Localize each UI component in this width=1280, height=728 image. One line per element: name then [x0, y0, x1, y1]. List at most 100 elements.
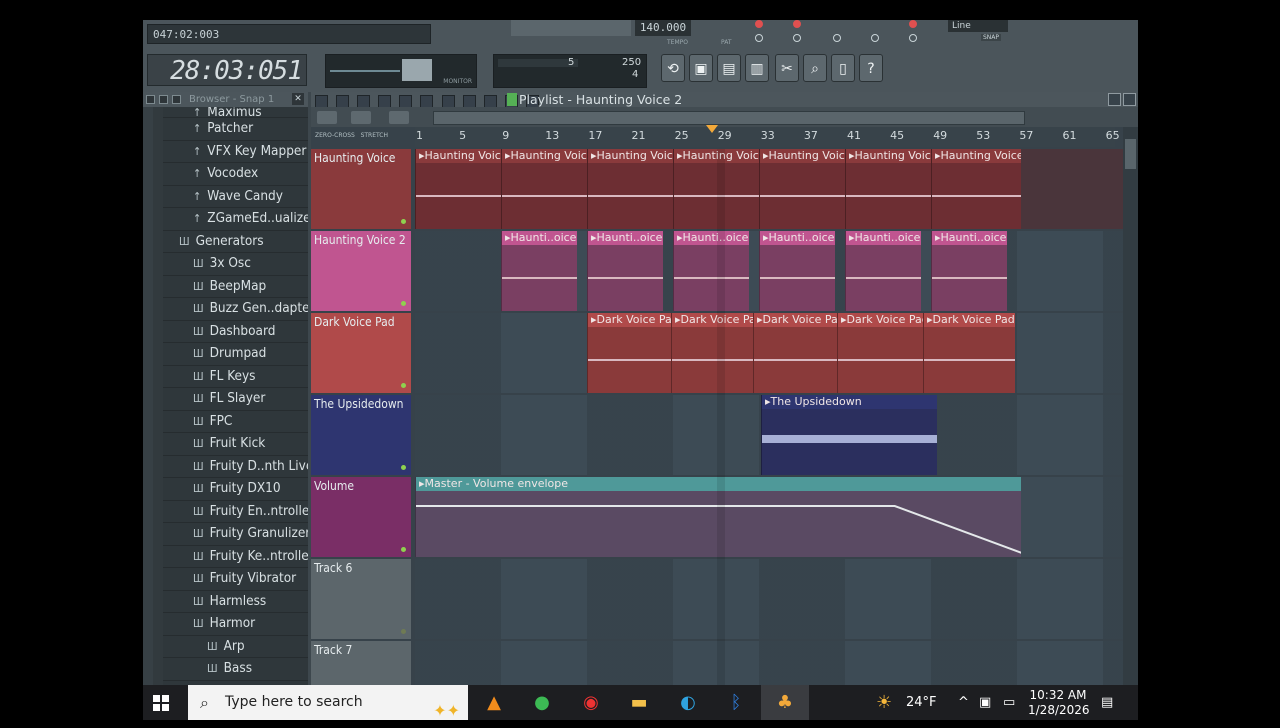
playlist-clip[interactable]: ▸Dark Voice Pad — [671, 313, 753, 393]
track-enable-led[interactable] — [401, 301, 406, 306]
option-dot-icon[interactable] — [909, 34, 917, 42]
scroll-thumb[interactable] — [1125, 139, 1136, 169]
browser-item[interactable]: ↑ Vocodex — [163, 163, 308, 186]
playlist-clip[interactable]: ▸Haunting Voice — [587, 149, 673, 229]
fl-studio-icon[interactable]: ♣ — [761, 685, 809, 720]
taskbar-clock[interactable]: 10:32 AM 1/28/2026 — [1028, 688, 1090, 718]
browser-item[interactable]: Ш FL Slayer — [163, 388, 308, 411]
transport-controls[interactable] — [511, 20, 631, 36]
chrome-icon[interactable]: ● — [518, 685, 566, 720]
playlist-clip[interactable]: ▸Haunti..oice 2 — [759, 231, 835, 311]
option-dot-icon[interactable] — [871, 34, 879, 42]
track-enable-led[interactable] — [401, 465, 406, 470]
playlist-clip[interactable]: ▸The Upsidedown — [761, 395, 937, 475]
browser-item[interactable]: Ш Fruity D..nth Live — [163, 455, 308, 478]
mode-icon[interactable] — [317, 111, 337, 124]
track-lane[interactable]: ▸Haunting Voice ▸Haunting Voice ▸Haunting … — [415, 149, 1123, 229]
track-lane[interactable] — [415, 641, 1123, 685]
track-lane[interactable]: ▸Master - Volume envelope — [415, 477, 1123, 557]
browser-item[interactable]: Ш Fruity Granulizer — [163, 523, 308, 546]
track-header[interactable]: The Upsidedown — [311, 395, 411, 475]
playhead-marker[interactable] — [706, 125, 718, 133]
track-header[interactable]: Haunting Voice — [311, 149, 411, 229]
windows-start-icon[interactable] — [153, 695, 169, 711]
track-lane[interactable]: ▸Haunti..oice 2 ▸Haunti..oice 2 ▸Haunti..o… — [415, 231, 1123, 311]
playlist-clip[interactable]: ▸Haunti..oice 2 — [501, 231, 577, 311]
browser-item[interactable]: Ш FL Keys — [163, 365, 308, 388]
track-header[interactable]: Track 7 — [311, 641, 411, 685]
tempo-display[interactable]: 140.000 — [635, 20, 691, 36]
vlc-icon[interactable]: ▲ — [470, 685, 518, 720]
playlist-clip[interactable]: ▸Haunti..oice 2 — [587, 231, 663, 311]
playlist-clip[interactable]: ▸Dark Voice Pad — [587, 313, 671, 393]
taskbar-search[interactable]: ⌕ Type here to search ✦✦ — [188, 685, 468, 720]
horizontal-scrollbar[interactable] — [433, 111, 1025, 125]
browser-item[interactable]: Ш Buzz Gen..dapter — [163, 298, 308, 321]
track-enable-led[interactable] — [401, 383, 406, 388]
notes-icon[interactable]: ▯ — [831, 54, 855, 82]
playlist-clip[interactable]: ▸Haunti..oice 2 — [673, 231, 749, 311]
playlist-clip[interactable]: ▸Haunting Voice — [931, 149, 1021, 229]
browser-item[interactable]: Ш Drumpad — [163, 343, 308, 366]
browser-item[interactable]: ↑ Patcher — [163, 118, 308, 141]
chevron-up-icon[interactable]: ^ — [958, 685, 969, 720]
time-display[interactable]: 28:03:051 — [147, 54, 307, 86]
browser-scrollbar[interactable] — [143, 107, 153, 685]
sort-icon[interactable] — [159, 95, 168, 104]
browser-item[interactable]: ↑ Wave Candy — [163, 185, 308, 208]
menu-icon[interactable] — [146, 95, 155, 104]
back-icon[interactable] — [172, 95, 181, 104]
playlist-clip[interactable]: ▸Haunti..oice 2 — [845, 231, 921, 311]
routing-icon[interactable] — [351, 111, 371, 124]
weather-icon[interactable]: ☀ — [876, 685, 892, 720]
browser-item[interactable]: Ш FPC — [163, 410, 308, 433]
playlist-clip[interactable]: ▸Haunting Voice — [845, 149, 931, 229]
record-dot-icon[interactable] — [793, 20, 801, 28]
snap-select[interactable]: Line — [948, 20, 1008, 32]
playlist-clip[interactable]: ▸Haunti..oice 2 — [931, 231, 1007, 311]
track-header[interactable]: Volume — [311, 477, 411, 557]
network-icon[interactable]: ▭ — [1003, 685, 1015, 720]
help-icon[interactable]: ? — [859, 54, 883, 82]
playlist-clip[interactable]: ▸Haunting Voice — [759, 149, 845, 229]
track-header[interactable]: Dark Voice Pad — [311, 313, 411, 393]
close-icon[interactable]: ✕ — [292, 93, 304, 105]
tools-icon[interactable]: ✂ — [775, 54, 799, 82]
bluetooth-icon[interactable]: ᛒ — [712, 685, 760, 720]
track-enable-led[interactable] — [401, 547, 406, 552]
track-lane[interactable]: ▸The Upsidedown — [415, 395, 1123, 475]
track-header[interactable]: Haunting Voice 2 — [311, 231, 411, 311]
browser-item[interactable]: ↑ VFX Key Mapper — [163, 140, 308, 163]
browser-item[interactable]: Ш Fruity DX10 — [163, 478, 308, 501]
track-header[interactable]: Track 6 — [311, 559, 411, 639]
track-lane[interactable] — [415, 559, 1123, 639]
browser-item[interactable]: Ш 3x Osc — [163, 253, 308, 276]
track-enable-led[interactable] — [401, 629, 406, 634]
maximize-icon[interactable] — [1108, 93, 1121, 106]
browser-item[interactable]: Ш BeepMap — [163, 275, 308, 298]
playlist-clip[interactable]: ▸Haunting Voice — [415, 149, 501, 229]
record-dot-icon[interactable] — [755, 20, 763, 28]
playlist-clip[interactable]: ▸Dark Voice Pad — [753, 313, 837, 393]
weather-temp[interactable]: 24°F — [906, 685, 937, 720]
render-icon[interactable]: ▥ — [745, 54, 769, 82]
record-dot-icon[interactable] — [909, 20, 917, 28]
export-icon[interactable]: ▤ — [717, 54, 741, 82]
security-icon[interactable]: ▣ — [979, 685, 991, 720]
browser-item[interactable]: Ш Fruity En..ntroller — [163, 500, 308, 523]
browser-item[interactable]: ↑ Maximus — [163, 107, 308, 118]
playlist-clip[interactable]: ▸Haunting Voice — [673, 149, 759, 229]
browser-item[interactable]: Ш Harmor — [163, 613, 308, 636]
option-dot-icon[interactable] — [793, 34, 801, 42]
track-lane[interactable]: ▸Dark Voice Pad▸Dark Voice Pad▸Dark Voic… — [415, 313, 1123, 393]
browser-item[interactable]: Ш Dashboard — [163, 320, 308, 343]
browser-item[interactable]: Ш Fruity Ke..ntroller — [163, 545, 308, 568]
close-icon[interactable] — [1123, 93, 1136, 106]
loop-icon[interactable]: ⟲ — [661, 54, 685, 82]
edge-icon[interactable]: ◐ — [664, 685, 712, 720]
timeline-ruler[interactable]: 1 5 9 13 17 21 25 29 33 37 41 45 49 53 57 61 65 — [415, 127, 1120, 147]
browser-item[interactable]: ↑ ZGameEd..ualizer — [163, 208, 308, 231]
record-app-icon[interactable]: ◉ — [567, 685, 615, 720]
playlist-clip[interactable]: ▸Dark Voice Pad — [837, 313, 923, 393]
notification-icon[interactable]: ▤ — [1101, 685, 1113, 720]
